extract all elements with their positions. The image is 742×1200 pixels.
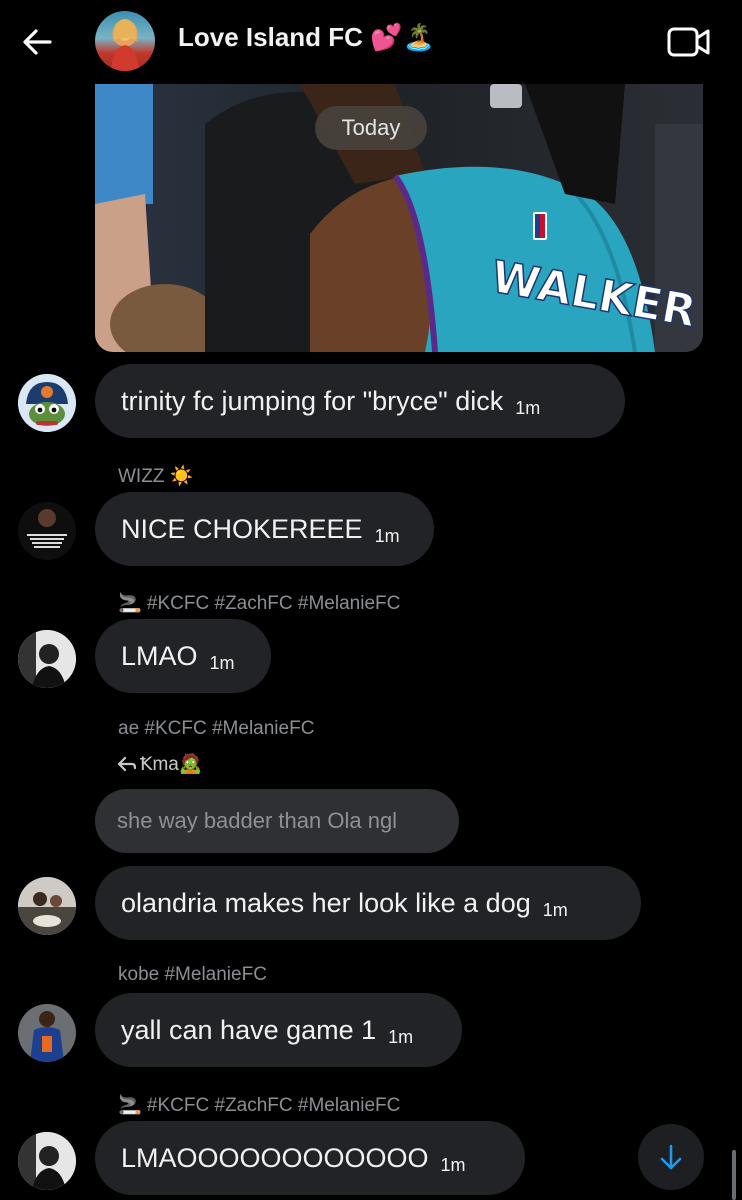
reply-arrow-icon [118,756,136,772]
sender-name: kobe #MelanieFC [118,964,267,985]
message-text: LMAOOOOOOOOOOOO [121,1142,429,1173]
scrollbar[interactable] [732,1150,736,1200]
message-bubble[interactable]: trinity fc jumping for "bryce" dick 1m [95,364,625,438]
reply-indicator[interactable]: Ꝁma🧟 [118,752,203,776]
arrow-down-icon [660,1144,682,1170]
avatar[interactable] [18,1004,76,1062]
message-time: 1m [440,1154,466,1175]
message-text: yall can have game 1 [121,1014,377,1045]
bw-photo-avatar-image [18,1132,76,1190]
message-time: 1m [209,652,235,673]
back-button[interactable] [18,22,58,62]
group-title[interactable]: Love Island FC 💕🏝️ [178,22,435,53]
scroll-to-bottom-button[interactable] [638,1124,704,1190]
quoted-message[interactable]: she way badder than Ola ngl [95,789,459,853]
message-text: LMAO [121,640,198,671]
message-text: trinity fc jumping for "bryce" dick [121,385,504,416]
avatar[interactable] [18,374,76,432]
message-bubble[interactable]: LMAO 1m [95,619,271,693]
date-separator: Today [315,106,427,150]
video-camera-icon [667,27,710,57]
sender-name: ae #KCFC #MelanieFC [118,718,315,739]
avatar[interactable] [18,630,76,688]
avatar[interactable] [18,502,76,560]
avatar[interactable] [18,1132,76,1190]
message-time: 1m [388,1026,414,1047]
reply-to-name: Ꝁma🧟 [140,754,203,775]
meme-avatar-image [18,502,76,560]
message-bubble[interactable]: olandria makes her look like a dog 1m [95,866,641,940]
back-arrow-icon [23,29,52,55]
sender-name: WIZZ ☀️ [118,466,194,487]
message-time: 1m [515,397,541,418]
video-call-button[interactable] [666,24,712,60]
group-avatar-image [111,19,139,71]
pepe-frog-avatar-image [18,374,76,432]
message-time: 1m [374,525,400,546]
sender-name: 🚬 #KCFC #ZachFC #MelanieFC [118,593,401,614]
message-bubble[interactable]: yall can have game 1 1m [95,993,462,1067]
message-time: 1m [542,899,568,920]
group-photo-avatar-image [18,877,76,935]
chat-header: Love Island FC 💕🏝️ [0,0,742,84]
message-bubble[interactable]: LMAOOOOOOOOOOOO 1m [95,1121,525,1195]
message-bubble[interactable]: NICE CHOKEREEE 1m [95,492,434,566]
avatar[interactable] [18,877,76,935]
message-text: olandria makes her look like a dog [121,887,531,918]
group-avatar[interactable] [95,11,155,71]
bw-photo-avatar-image [18,630,76,688]
basketball-player-avatar-image [18,1004,76,1062]
sender-name: 🚬 #KCFC #ZachFC #MelanieFC [118,1095,401,1116]
message-text: NICE CHOKEREEE [121,513,363,544]
